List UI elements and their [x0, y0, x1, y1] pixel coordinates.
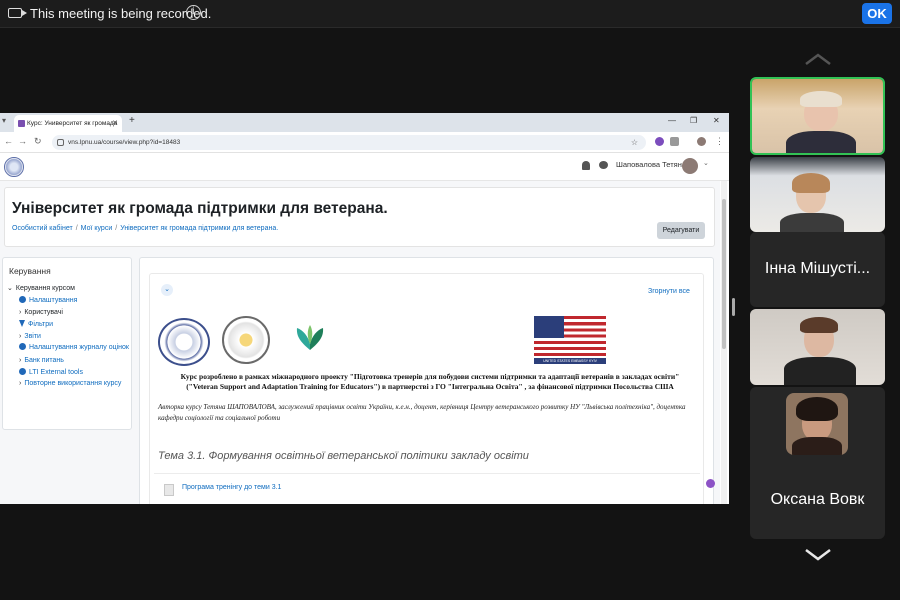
participant-body — [784, 357, 856, 385]
university-logo[interactable] — [4, 157, 24, 177]
site-info-icon[interactable] — [57, 139, 64, 146]
university-emblem — [158, 318, 210, 366]
page-title: Університет як громада підтримки для вет… — [12, 200, 388, 217]
user-avatar[interactable] — [682, 158, 698, 174]
new-tab-button[interactable]: + — [129, 115, 135, 126]
project-credits: Курс розроблено в рамках міжнародного пр… — [180, 372, 680, 391]
video-camera-icon — [8, 8, 27, 18]
participant-name: Інна Мішусті... — [764, 260, 871, 277]
author-info: Авторка курсу Тетяна ШАПОВАЛОВА, заслуже… — [158, 403, 686, 422]
extensions-puzzle-icon[interactable] — [670, 137, 679, 146]
page-scrollbar[interactable] — [721, 181, 727, 504]
scroll-up-chevron-icon[interactable] — [804, 52, 832, 66]
extension-icon[interactable] — [655, 137, 664, 146]
browser-menu-icon[interactable]: ⋮ — [715, 136, 724, 147]
resource-item[interactable]: Програма тренінгу до теми 3.1 — [154, 473, 700, 504]
tree-item-lti-tools[interactable]: LTI External tools — [7, 367, 131, 379]
participant-avatar — [786, 393, 848, 455]
participant-tile[interactable] — [750, 309, 885, 385]
maximize-icon[interactable]: ❐ — [690, 116, 697, 125]
participant-tile[interactable]: Оксана Вовк — [750, 387, 885, 539]
recording-notice: This meeting is being recorded. — [30, 6, 212, 21]
tree-item-course-admin[interactable]: ⌄ Керування курсом — [7, 283, 131, 295]
breadcrumb-item[interactable]: Мої курси — [81, 225, 113, 232]
chevron-down-icon: ⌄ — [7, 285, 13, 292]
minimize-icon[interactable]: — — [668, 116, 676, 125]
participant-hair — [800, 91, 842, 107]
breadcrumb: Особистий кабінет / Мої курси / Університет … — [12, 225, 279, 232]
edit-button[interactable]: Редагувати — [657, 222, 705, 239]
profile-icon[interactable] — [697, 137, 706, 146]
us-flag-logo — [534, 316, 606, 356]
resource-link[interactable]: Програма тренінгу до теми 3.1 — [182, 484, 281, 491]
recording-banner: This meeting is being recorded. i OK — [0, 0, 900, 28]
gear-icon — [19, 343, 26, 350]
gear-icon — [19, 296, 26, 303]
page-header: Університет як громада підтримки для вет… — [4, 187, 715, 247]
user-menu-chevron-icon[interactable]: ⌄ — [703, 159, 709, 167]
notifications-bell-icon[interactable] — [582, 161, 590, 170]
participant-hair — [792, 173, 830, 193]
messages-icon[interactable] — [599, 161, 608, 169]
participant-tile[interactable] — [750, 77, 885, 155]
integral-education-logo — [296, 325, 324, 350]
ok-button[interactable]: OK — [862, 3, 892, 24]
participant-body — [780, 213, 844, 232]
accessibility-widget-icon[interactable] — [706, 479, 715, 488]
tree-item-course-reuse[interactable]: › Повторне використання курсу — [7, 379, 131, 389]
block-title: Керування — [9, 266, 51, 276]
tree-item-filters[interactable]: Фільтри — [7, 319, 131, 331]
pdf-file-icon — [164, 484, 174, 496]
address-bar: ← → ↻ vns.lpnu.ua/course/view.php?id=184… — [0, 132, 729, 153]
shared-screen: ▾ Курс: Университет як громада ✕ + — ❐ ✕… — [0, 113, 729, 504]
browser-tab[interactable]: Курс: Университет як громада ✕ — [14, 115, 122, 132]
topic-title: Тема 3.1. Формування освітньої ветерансь… — [158, 450, 529, 462]
close-window-icon[interactable]: ✕ — [713, 116, 720, 125]
chevron-right-icon: › — [19, 380, 22, 387]
gear-icon — [19, 368, 26, 375]
tree-item-reports[interactable]: › Звіти — [7, 331, 131, 343]
breadcrumb-item[interactable]: Особистий кабінет — [12, 225, 73, 232]
chevron-right-icon: › — [19, 309, 22, 316]
tree-item-users[interactable]: › Користувачі — [7, 307, 131, 319]
chevron-right-icon: › — [19, 357, 22, 364]
user-name[interactable]: Шаповалова Тетяна — [616, 160, 686, 169]
breadcrumb-item[interactable]: Університет як громада підтримки для вет… — [120, 225, 278, 232]
participant-tile[interactable] — [750, 157, 885, 232]
course-section: ⌄ Згорнути все UNITED STATES EMBASSY KYI… — [149, 273, 704, 504]
url-text: vns.lpnu.ua/course/view.php?id=18483 — [68, 139, 181, 146]
participant-hair — [800, 317, 838, 333]
panel-resize-handle[interactable] — [732, 298, 735, 316]
embassy-caption: UNITED STATES EMBASSY KYIV — [534, 358, 606, 364]
participant-tile[interactable]: Інна Мішусті... — [750, 232, 885, 307]
tree-item-gradebook-settings[interactable]: Налаштування журналу оцінок — [7, 343, 131, 353]
reload-icon[interactable]: ↻ — [34, 136, 42, 147]
info-icon[interactable]: i — [186, 5, 201, 20]
scroll-down-chevron-icon[interactable] — [804, 548, 832, 562]
participant-body — [786, 131, 856, 153]
filter-icon — [19, 320, 25, 327]
moodle-navbar: Шаповалова Тетяна ⌄ — [0, 153, 729, 181]
url-input[interactable]: vns.lpnu.ua/course/view.php?id=18483 ☆ — [52, 135, 646, 150]
veteran-center-emblem — [222, 316, 270, 364]
section-collapse-chevron-icon[interactable]: ⌄ — [161, 284, 173, 296]
tab-favicon-icon — [18, 120, 25, 127]
tree-item-question-bank[interactable]: › Банк питань — [7, 355, 131, 367]
browser-tabstrip: ▾ Курс: Университет як громада ✕ + — ❐ ✕ — [0, 113, 729, 132]
tab-title: Курс: Университет як громада — [27, 120, 118, 127]
participant-name: Оксана Вовк — [770, 491, 865, 508]
collapse-all-link[interactable]: Згорнути все — [648, 288, 690, 295]
back-icon[interactable]: ← — [4, 136, 13, 146]
admin-tree: ⌄ Керування курсом Налаштування › Користув… — [7, 283, 131, 389]
tree-item-settings[interactable]: Налаштування — [7, 295, 131, 307]
forward-icon[interactable]: → — [18, 136, 27, 146]
tab-list-icon[interactable]: ▾ — [2, 116, 6, 125]
chevron-right-icon: › — [19, 333, 22, 340]
scrollbar-thumb[interactable] — [722, 199, 726, 349]
bookmark-star-icon[interactable]: ☆ — [631, 135, 638, 150]
admin-block: Керування ⌄ Керування курсом Налаштування… — [2, 257, 132, 430]
tab-close-icon[interactable]: ✕ — [112, 115, 118, 132]
